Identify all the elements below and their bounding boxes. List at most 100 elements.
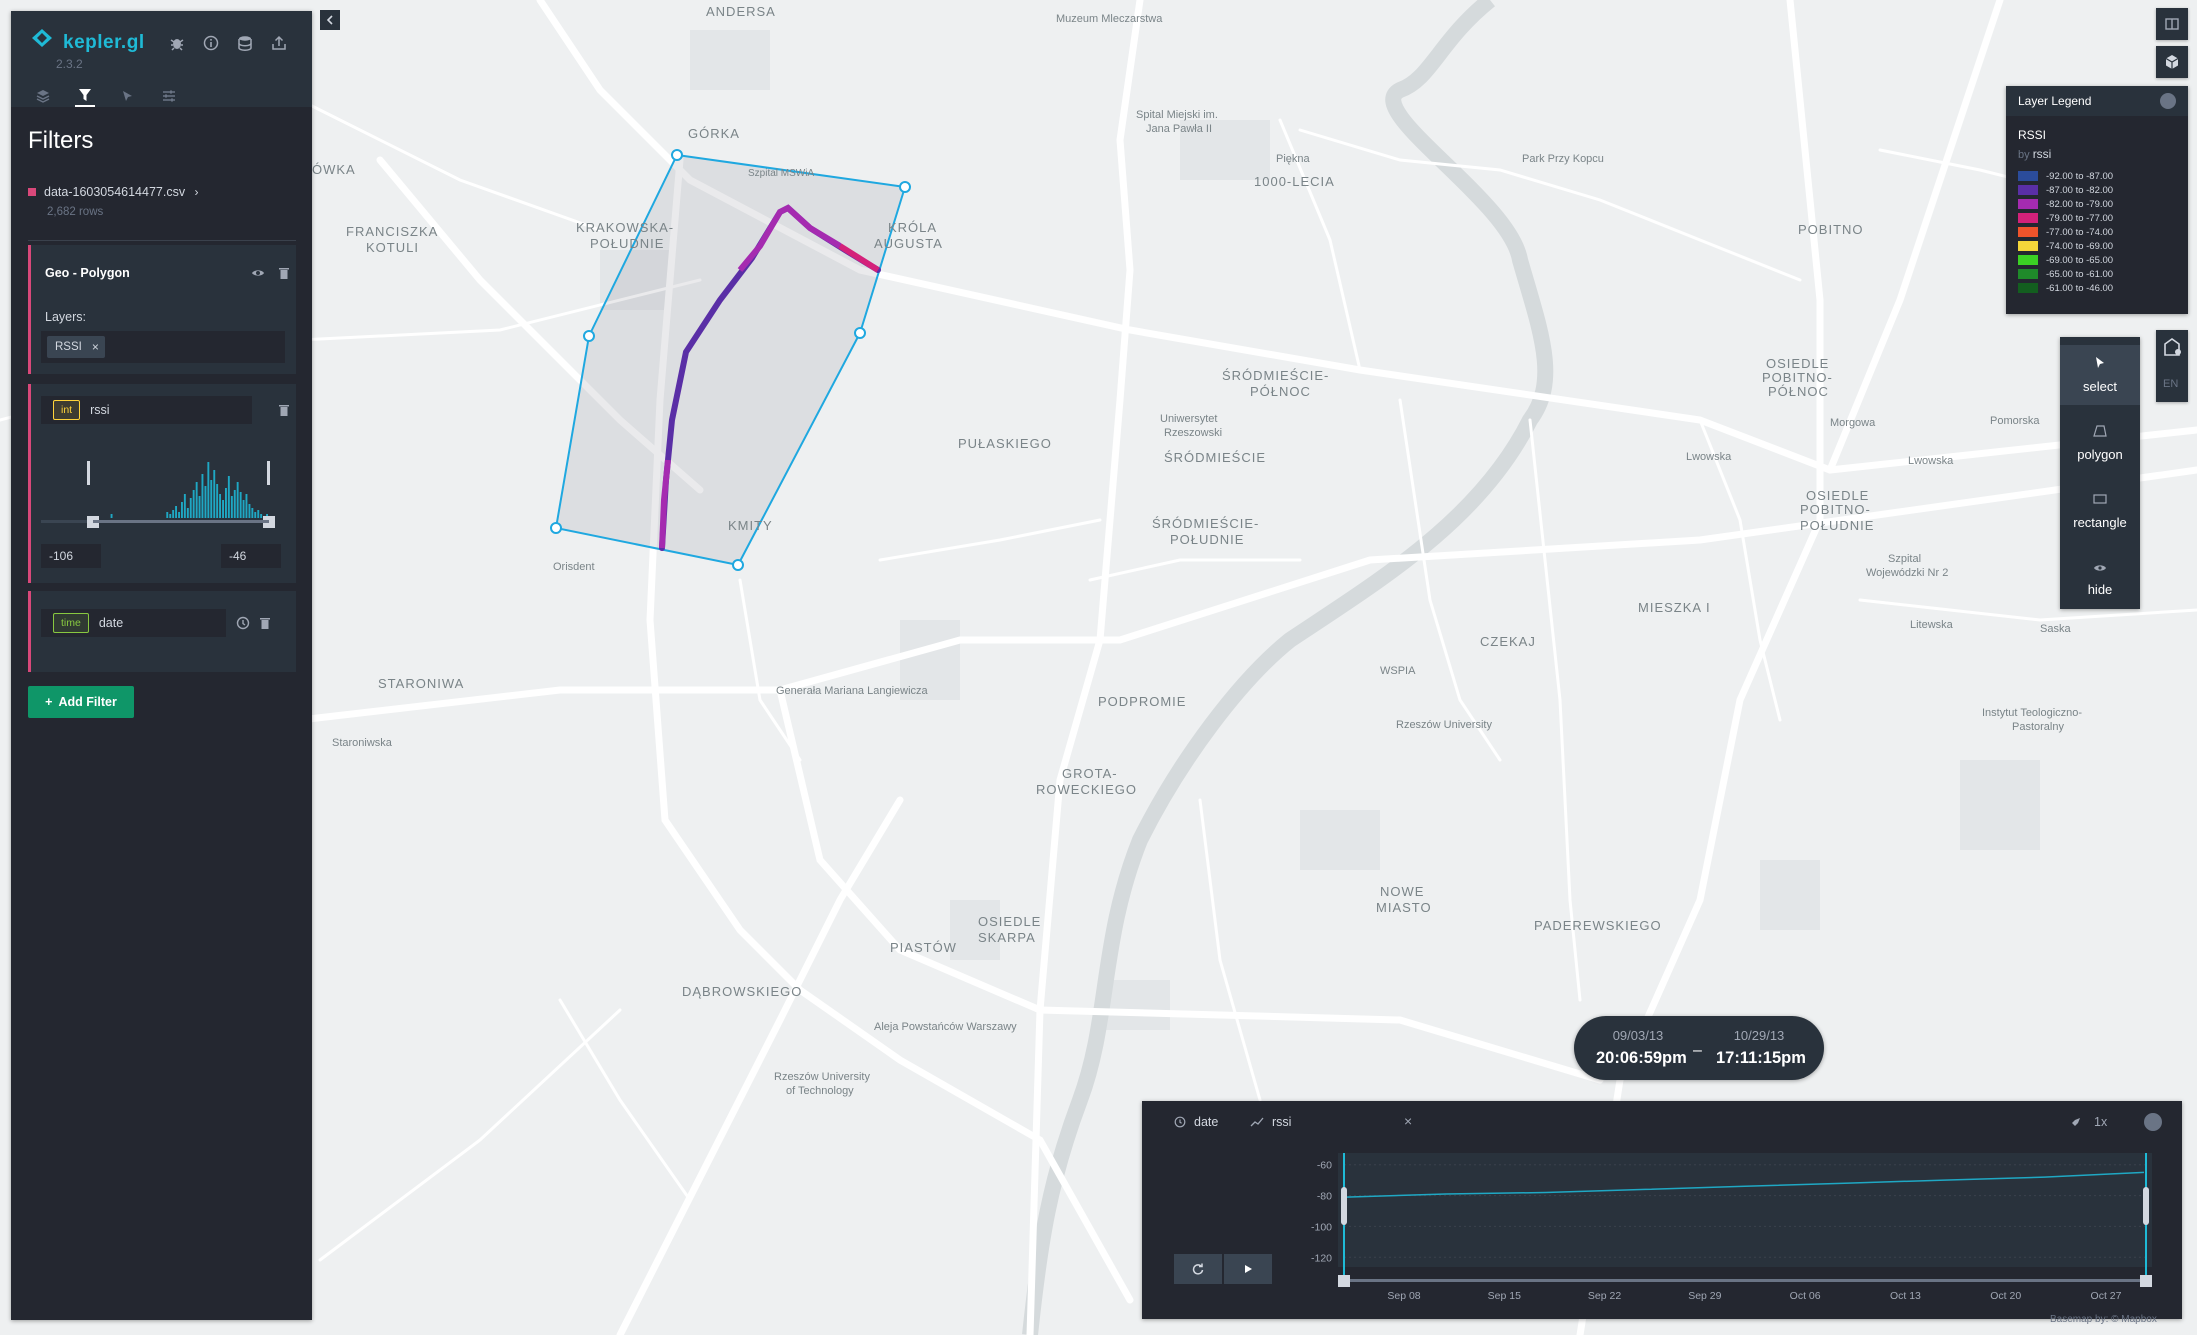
range-max-input[interactable]: -46 (221, 544, 281, 568)
draw-polygon-icon[interactable] (2160, 336, 2184, 363)
histogram-bar (210, 480, 213, 518)
eye-icon[interactable] (251, 266, 265, 280)
share-export-icon[interactable] (269, 33, 289, 53)
locale-button[interactable]: EN (2163, 378, 2178, 390)
svg-text:Instytut Teologiczno-: Instytut Teologiczno- (1982, 707, 2082, 719)
3d-view-button[interactable] (2156, 46, 2188, 78)
draw-mode-select[interactable]: select (2060, 345, 2140, 405)
svg-text:ŚRÓDMIEŚCIE: ŚRÓDMIEŚCIE (1164, 450, 1266, 465)
info-icon[interactable] (201, 33, 221, 53)
svg-text:Szpital: Szpital (1888, 553, 1921, 565)
legend-item: -92.00 to -87.00 (2018, 169, 2188, 183)
chevron-right-icon: › (194, 185, 199, 199)
legend-header: Layer Legend (2006, 86, 2188, 116)
tab-layers[interactable] (33, 85, 53, 107)
database-icon[interactable] (235, 33, 255, 53)
svg-text:ANDERSA: ANDERSA (706, 4, 776, 19)
dataset-name: data-1603054614477.csv (44, 185, 186, 199)
layer-legend: Layer Legend RSSI by rssi -92.00 to -87.… (2006, 86, 2188, 314)
svg-text:Muzeum Mleczarstwa: Muzeum Mleczarstwa (1056, 13, 1163, 25)
layer-select[interactable]: RSSI × (41, 331, 285, 363)
histogram-bar (230, 496, 233, 518)
time-slider-handle-start (1338, 1275, 1350, 1287)
speed-control[interactable]: 1x (2070, 1115, 2107, 1129)
tab-filters[interactable] (75, 85, 95, 107)
draw-mode-label: rectangle (2073, 515, 2127, 530)
draw-mode-rectangle[interactable]: rectangle (2060, 481, 2140, 541)
draw-mode-polygon[interactable]: polygon (2060, 413, 2140, 473)
layer-chip-label: RSSI (55, 341, 82, 353)
svg-text:Spital Miejski im.: Spital Miejski im. (1136, 109, 1218, 121)
range-min-input[interactable]: -106 (41, 544, 101, 568)
play-button[interactable] (1224, 1254, 1272, 1284)
layer-chip: RSSI × (47, 336, 105, 358)
legend-toggle-icon[interactable] (2160, 93, 2176, 109)
split-map-button[interactable] (2156, 8, 2188, 40)
svg-text:ŚRÓDMIEŚCIE-: ŚRÓDMIEŚCIE- (1222, 368, 1329, 383)
legend-item-label: -61.00 to -46.00 (2046, 282, 2114, 294)
svg-text:STARONIWA: STARONIWA (378, 676, 464, 691)
svg-text:NOWE: NOWE (1380, 884, 1424, 899)
y-tick-label: -60 (1317, 1160, 1332, 1172)
end-time: 17:11:15pm (1716, 1049, 1806, 1067)
field-selector[interactable]: time date (41, 609, 226, 637)
svg-text:ROWECKIEGO: ROWECKIEGO (1036, 782, 1137, 797)
range-slider[interactable] (41, 450, 279, 530)
collapse-panel-button[interactable] (320, 10, 340, 30)
trash-icon[interactable] (277, 403, 291, 417)
panel-tabs (33, 85, 179, 107)
clock-icon[interactable] (236, 616, 250, 630)
widget-toggle-icon[interactable] (2144, 1113, 2162, 1131)
field-type-badge: int (53, 400, 81, 420)
time-slider-track (1344, 1279, 2146, 1282)
x-tick-label: Sep 22 (1588, 1290, 1621, 1302)
rocket-icon (2072, 1118, 2080, 1126)
histogram-bar (216, 484, 219, 518)
y-field-selector[interactable]: rssi (1250, 1115, 1291, 1129)
legend-item: -87.00 to -82.00 (2018, 183, 2188, 197)
legend-item: -69.00 to -65.00 (2018, 253, 2188, 267)
cube-icon (2165, 55, 2179, 69)
svg-text:Jana Pawła II: Jana Pawła II (1146, 123, 1212, 135)
histogram-bar (192, 490, 195, 518)
draw-mode-hide[interactable]: hide (2060, 549, 2140, 609)
field-name: date (98, 616, 124, 630)
legend-swatch (2018, 255, 2038, 265)
dataset-color-swatch (28, 188, 36, 196)
close-icon[interactable]: × (1404, 1113, 1412, 1129)
svg-text:Lwowska: Lwowska (1908, 455, 1954, 467)
legend-swatch (2018, 269, 2038, 279)
remove-chip-icon[interactable]: × (92, 340, 99, 354)
tab-interactions[interactable] (117, 85, 137, 107)
histogram-bar (169, 514, 172, 518)
divider (28, 240, 296, 241)
filter-title: Geo - Polygon (45, 266, 130, 280)
filters-title: Filters (28, 127, 94, 154)
time-widget-header: date rssi × 1x (1142, 1101, 2182, 1143)
legend-item-label: -77.00 to -74.00 (2046, 226, 2114, 238)
start-date: 09/03/13 (1612, 1028, 1664, 1043)
legend-item: -82.00 to -79.00 (2018, 197, 2188, 211)
layers-label: Layers: (45, 310, 86, 324)
time-chart[interactable]: -60 -80 -100 -120 Sep 08 Sep 15 Sep 22 Sep 29 Oc… (1142, 1143, 2182, 1324)
dataset-info[interactable]: data-1603054614477.csv › 2,682 rows (28, 183, 199, 218)
histogram-bar (213, 470, 216, 518)
field-selector[interactable]: int rssi (41, 396, 252, 424)
polygon-icon (2092, 424, 2108, 441)
legend-swatch (2018, 185, 2038, 195)
histogram-bar (183, 494, 186, 518)
y-tick-label: -120 (1311, 1252, 1332, 1264)
eye-icon (2093, 561, 2107, 576)
time-field-selector[interactable]: date (1174, 1115, 1218, 1129)
trash-icon[interactable] (258, 616, 272, 630)
kepler-logo-icon (32, 29, 52, 47)
bug-report-icon[interactable] (167, 33, 187, 53)
legend-item: -65.00 to -61.00 (2018, 267, 2188, 281)
legend-swatch (2018, 241, 2038, 251)
svg-text:Piękna: Piękna (1276, 153, 1311, 165)
add-filter-button[interactable]: + Add Filter (28, 686, 134, 718)
range-separator: – (1693, 1042, 1702, 1059)
tab-map-style[interactable] (159, 85, 179, 107)
trash-icon[interactable] (277, 266, 291, 280)
reset-button[interactable] (1174, 1254, 1222, 1284)
